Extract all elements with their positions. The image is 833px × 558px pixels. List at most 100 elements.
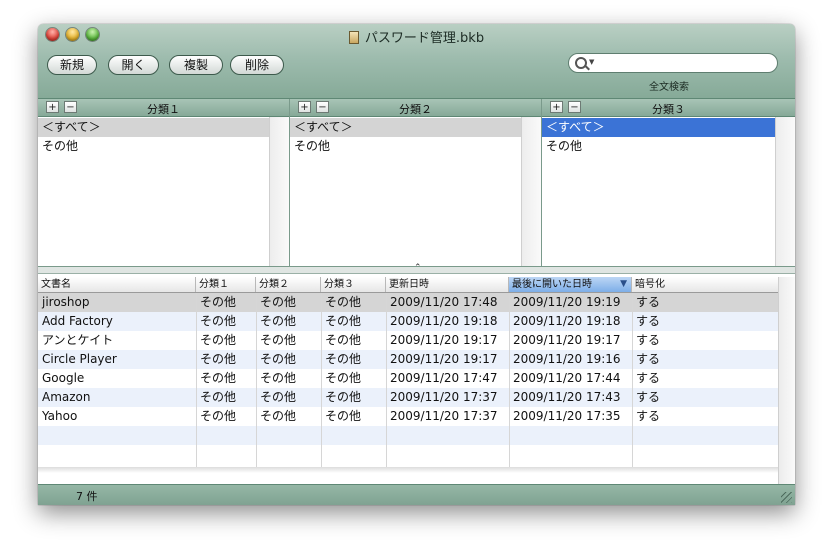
category-pane-1: + − 分類１ ＜すべて＞ その他	[38, 99, 290, 266]
cell-category-1: その他	[200, 371, 237, 385]
column-header-category-1[interactable]: 分類１	[196, 277, 256, 292]
app-window: パスワード管理.bkb 新規 開く 複製 削除 ▼ 全文検索 + − 分類１ ＜…	[38, 24, 795, 505]
cell-updated: 2009/11/20 19:17	[390, 333, 498, 347]
table-row[interactable]: Amazon その他 その他 その他 2009/11/20 17:37 2009/11/2…	[38, 388, 779, 407]
cell-updated: 2009/11/20 19:18	[390, 314, 498, 328]
column-divider	[509, 293, 510, 467]
category-3-list[interactable]: ＜すべて＞ その他	[542, 118, 775, 266]
column-divider	[386, 293, 387, 467]
toolbar: パスワード管理.bkb 新規 開く 複製 削除 ▼ 全文検索	[38, 24, 795, 99]
table-row[interactable]: Circle Player その他 その他 その他 2009/11/20 19:17 20…	[38, 350, 779, 369]
column-header-updated[interactable]: 更新日時	[386, 277, 509, 292]
category-2-item-all[interactable]: ＜すべて＞	[290, 118, 521, 137]
cell-encryption: する	[636, 409, 661, 423]
cell-updated: 2009/11/20 17:37	[390, 409, 498, 423]
category-pane-1-header: + − 分類１	[38, 99, 289, 117]
cell-category-1: その他	[200, 390, 237, 404]
category-1-item-all[interactable]: ＜すべて＞	[38, 118, 269, 137]
cell-category-1: その他	[200, 352, 237, 366]
table-row[interactable]: Yahoo その他 その他 その他 2009/11/20 17:37 2009/11/20…	[38, 407, 779, 426]
cell-last-opened: 2009/11/20 19:16	[513, 352, 621, 366]
cell-name: アンとケイト	[42, 333, 114, 347]
cell-encryption: する	[636, 333, 661, 347]
splitter-caret-icon[interactable]: ⌃	[414, 263, 422, 273]
resize-grip-icon[interactable]	[781, 492, 792, 503]
documents-table: 文書名 分類１ 分類２ 分類３ 更新日時 最後に開いた日時 ▼ 暗号化 jiro…	[38, 277, 795, 484]
status-bar: 7 件	[38, 484, 795, 505]
category-1-title: 分類１	[147, 103, 180, 116]
cell-category-2: その他	[260, 409, 297, 423]
table-row[interactable]: アンとケイト その他 その他 その他 2009/11/20 19:17 2009/11/2…	[38, 331, 779, 350]
cell-category-2: その他	[260, 295, 297, 309]
split-view-divider[interactable]: ⌃	[38, 263, 795, 274]
cell-category-2: その他	[260, 352, 297, 366]
cell-category-3: その他	[325, 409, 362, 423]
cell-updated: 2009/11/20 17:47	[390, 371, 498, 385]
table-row[interactable]: Google その他 その他 その他 2009/11/20 17:47 2009/11/2…	[38, 369, 779, 388]
cell-last-opened: 2009/11/20 19:18	[513, 314, 621, 328]
cell-category-3: その他	[325, 390, 362, 404]
cell-encryption: する	[636, 352, 661, 366]
cell-last-opened: 2009/11/20 19:17	[513, 333, 621, 347]
category-3-scrollbar[interactable]	[775, 117, 795, 266]
category-1-item-other[interactable]: その他	[38, 137, 269, 156]
cell-last-opened: 2009/11/20 17:44	[513, 371, 621, 385]
cell-category-3: その他	[325, 333, 362, 347]
cell-last-opened: 2009/11/20 17:43	[513, 390, 621, 404]
category-1-scrollbar[interactable]	[269, 117, 289, 266]
cell-category-1: その他	[200, 314, 237, 328]
cell-category-2: その他	[260, 314, 297, 328]
search-menu-caret-icon[interactable]: ▼	[589, 58, 594, 66]
search-input[interactable]	[601, 55, 775, 73]
column-header-category-2[interactable]: 分類２	[256, 277, 321, 292]
search-icon[interactable]	[575, 57, 587, 69]
table-scrollbar[interactable]	[778, 277, 795, 484]
cell-name: jiroshop	[42, 295, 90, 309]
category-2-scrollbar[interactable]	[521, 117, 541, 266]
table-row[interactable]: Add Factory その他 その他 その他 2009/11/20 19:18 2009…	[38, 312, 779, 331]
empty-table-row[interactable]	[38, 445, 779, 464]
cell-last-opened: 2009/11/20 17:35	[513, 409, 621, 423]
cell-name: Yahoo	[42, 409, 78, 423]
column-header-category-3[interactable]: 分類３	[321, 277, 386, 292]
category-3-item-all[interactable]: ＜すべて＞	[542, 118, 775, 137]
cell-encryption: する	[636, 390, 661, 404]
category-2-item-other[interactable]: その他	[290, 137, 521, 156]
cell-name: Google	[42, 371, 85, 385]
table-row[interactable]: jiroshop その他 その他 その他 2009/11/20 17:48 2009/11…	[38, 293, 779, 312]
cell-category-3: その他	[325, 314, 362, 328]
window-title-text: パスワード管理.bkb	[364, 31, 485, 46]
search-label: 全文検索	[649, 82, 689, 93]
cell-category-1: その他	[200, 295, 237, 309]
category-1-list[interactable]: ＜すべて＞ その他	[38, 118, 269, 266]
cell-category-3: その他	[325, 352, 362, 366]
cell-encryption: する	[636, 314, 661, 328]
category-2-list[interactable]: ＜すべて＞ その他	[290, 118, 521, 266]
document-count: 7 件	[76, 490, 98, 503]
category-2-title: 分類２	[399, 103, 432, 116]
new-button[interactable]: 新規	[47, 55, 97, 75]
category-pane-3: + − 分類３ ＜すべて＞ その他	[542, 99, 795, 266]
document-icon	[348, 31, 359, 44]
duplicate-button[interactable]: 複製	[169, 55, 223, 75]
cell-category-1: その他	[200, 333, 237, 347]
column-divider	[256, 293, 257, 467]
category-3-item-other[interactable]: その他	[542, 137, 775, 156]
category-3-title: 分類３	[652, 103, 685, 116]
column-header-encryption[interactable]: 暗号化	[632, 277, 779, 292]
cell-category-2: その他	[260, 333, 297, 347]
cell-name: Circle Player	[42, 352, 117, 366]
open-button[interactable]: 開く	[108, 55, 159, 75]
empty-table-row[interactable]	[38, 426, 779, 445]
cell-name: Amazon	[42, 390, 91, 404]
cell-category-3: その他	[325, 295, 362, 309]
search-field[interactable]: ▼	[568, 53, 778, 73]
column-header-last-opened-label: 最後に開いた日時	[512, 279, 592, 290]
cell-last-opened: 2009/11/20 19:19	[513, 295, 621, 309]
delete-button[interactable]: 削除	[230, 55, 284, 75]
column-divider	[196, 293, 197, 467]
cell-category-2: その他	[260, 390, 297, 404]
column-header-name[interactable]: 文書名	[38, 277, 196, 292]
column-header-last-opened[interactable]: 最後に開いた日時 ▼	[509, 277, 632, 292]
cell-name: Add Factory	[42, 314, 113, 328]
